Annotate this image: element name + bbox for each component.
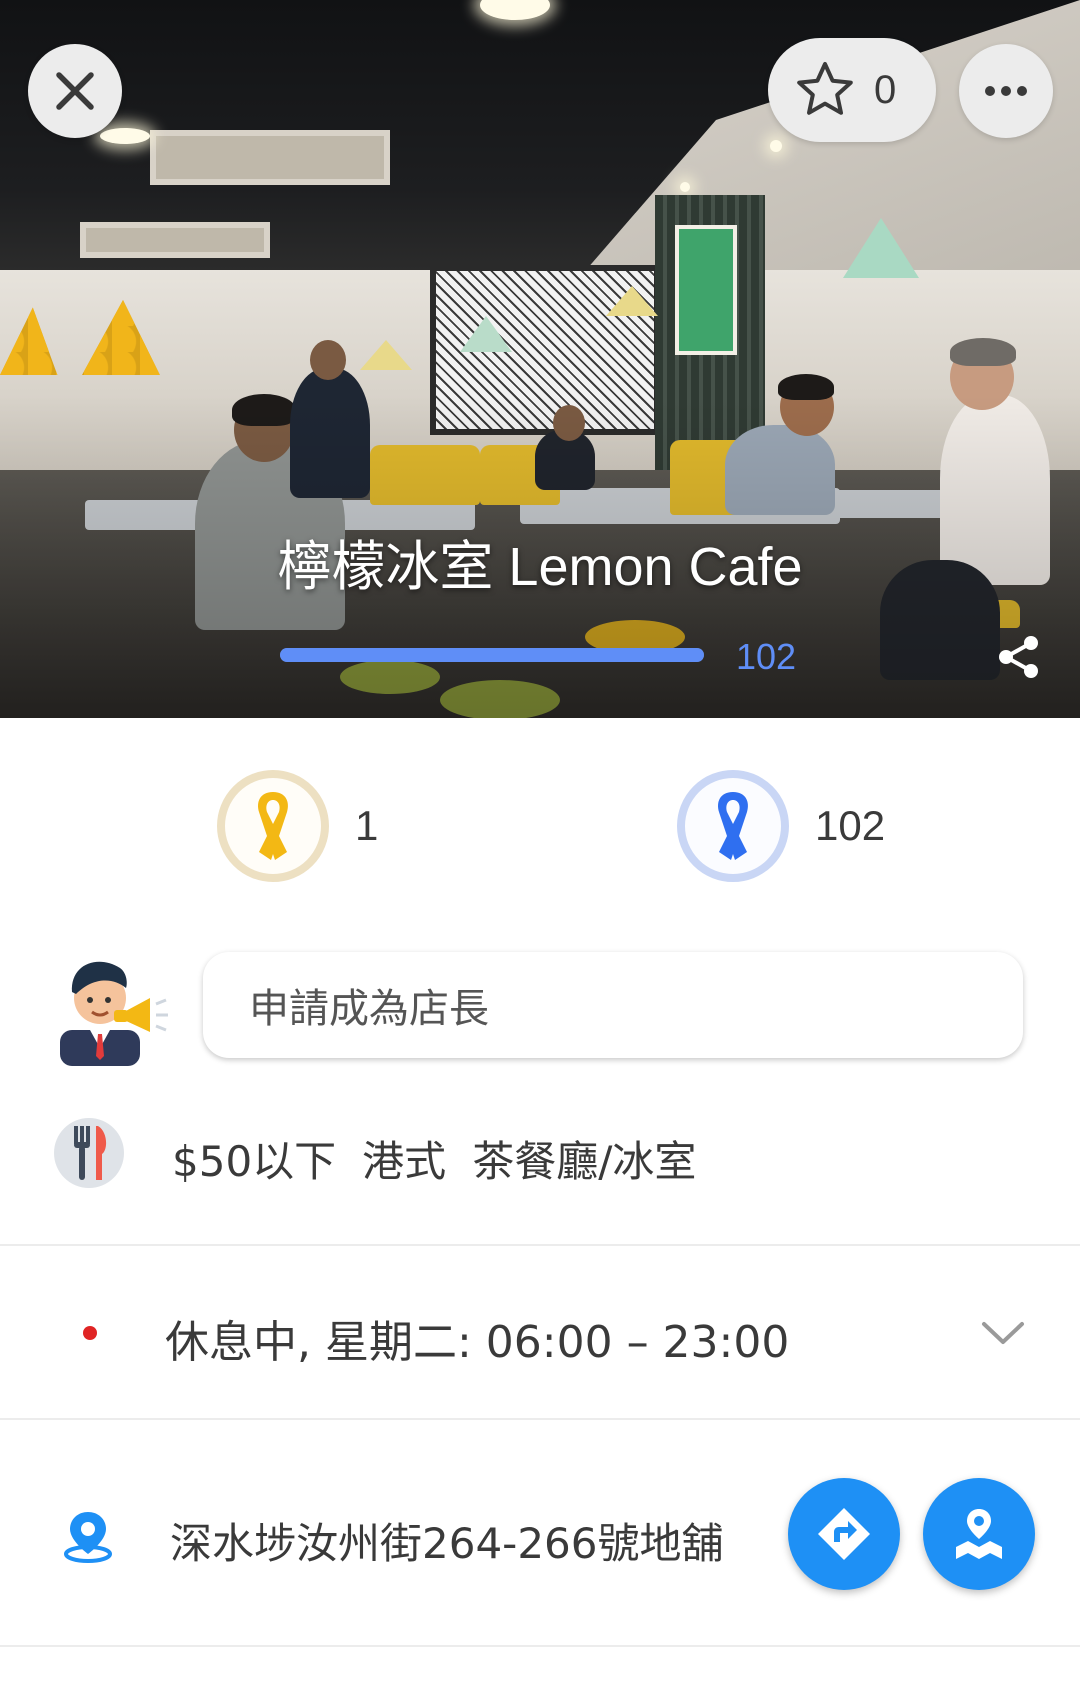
map-pin-icon: [956, 1509, 1002, 1559]
divider: [0, 1244, 1080, 1246]
opening-hours-text: 休息中, 星期二: 06:00 – 23:00: [165, 1317, 790, 1368]
directions-icon: [818, 1508, 870, 1560]
price-range-tag: $50以下: [172, 1137, 337, 1186]
apply-store-manager-placeholder: 申請成為店長: [249, 986, 489, 1032]
address-text[interactable]: 深水埗汝州街264-266號地舖: [170, 1510, 724, 1571]
chevron-down-icon[interactable]: [980, 1312, 1026, 1352]
category-icon-badge: [54, 1118, 124, 1188]
rating-progress-count: 102: [736, 636, 797, 677]
share-icon: [999, 636, 1038, 678]
closed-status-dot: [83, 1326, 97, 1340]
close-icon: [56, 72, 94, 110]
blue-ribbon-icon: [718, 792, 748, 860]
location-pin-icon: [64, 1512, 112, 1563]
more-options-button[interactable]: [959, 44, 1053, 138]
yellow-ribbon-badge: [217, 770, 329, 882]
yellow-ribbon-count: 1: [355, 802, 379, 849]
category-tags: $50以下 港式 茶餐廳/冰室: [172, 1128, 696, 1189]
view-map-button[interactable]: [923, 1478, 1035, 1590]
divider: [0, 1645, 1080, 1647]
restaurant-name: 檸檬冰室 Lemon Cafe: [277, 537, 803, 597]
directions-button[interactable]: [788, 1478, 900, 1590]
manager-avatar: [54, 948, 172, 1066]
share-button[interactable]: [994, 632, 1044, 682]
favorite-button[interactable]: 0: [768, 38, 936, 142]
blue-ribbon-badge: [677, 770, 789, 882]
hero-photo: 0 檸檬冰室 Lemon Cafe 102: [0, 0, 1080, 718]
utensils-icon: [74, 1126, 107, 1180]
blue-ribbon-stat[interactable]: 102: [677, 770, 885, 882]
favorite-count: 0: [874, 67, 897, 112]
rating-progress-fill: [280, 648, 704, 662]
apply-store-manager-field[interactable]: 申請成為店長: [203, 952, 1023, 1058]
divider: [0, 1418, 1080, 1420]
manager-megaphone-icon: [60, 961, 168, 1066]
blue-ribbon-count: 102: [815, 802, 886, 849]
rating-progress-bar: [280, 648, 704, 662]
yellow-ribbon-stat[interactable]: 1: [217, 770, 378, 882]
close-button[interactable]: [28, 44, 122, 138]
yellow-ribbon-icon: [258, 792, 288, 860]
star-outline-icon: [797, 62, 853, 115]
more-horizontal-icon: [985, 86, 1027, 96]
restaurant-type-tag: 茶餐廳/冰室: [472, 1137, 697, 1186]
cuisine-tag: 港式: [362, 1137, 447, 1186]
